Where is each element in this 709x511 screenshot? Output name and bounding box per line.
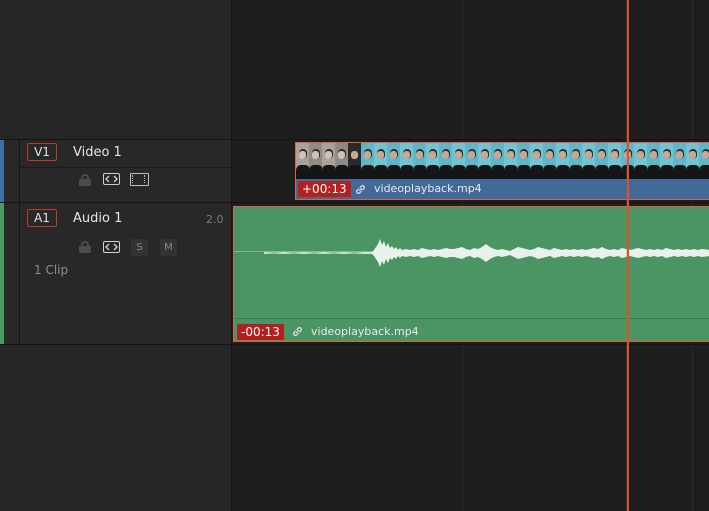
video-thumbnail-frame	[517, 143, 531, 179]
audio-track-color-strip	[0, 203, 4, 344]
video-clip[interactable]: +00:13 videoplayback.mp4	[295, 142, 709, 200]
video-thumbnail-frame	[556, 143, 570, 179]
clip-filename: videoplayback.mp4	[311, 325, 419, 338]
video-thumbnail-frame	[439, 143, 453, 179]
video-thumbnail-frame	[335, 143, 349, 179]
video-clip-thumbnails	[296, 143, 709, 179]
track-name[interactable]: Video 1	[73, 145, 122, 160]
video-thumbnail-frame	[699, 143, 709, 179]
audio-clip[interactable]: -00:13 videoplayback.mp4	[233, 206, 709, 342]
clip-offset-badge: -00:13	[237, 324, 284, 340]
lock-icon[interactable]	[79, 241, 91, 253]
sync-lock-icon[interactable]	[103, 241, 120, 253]
video-track-color-strip	[0, 140, 4, 202]
video-thumbnail-frame	[634, 143, 648, 179]
video-thumbnail-frame	[543, 143, 557, 179]
film-strip-icon[interactable]	[130, 173, 149, 186]
video-track-header[interactable]: V1 Video 1	[0, 140, 231, 202]
video-thumbnail-frame	[348, 143, 362, 179]
solo-button[interactable]: S	[131, 239, 148, 256]
video-thumbnail-frame	[504, 143, 518, 179]
video-thumbnail-frame	[686, 143, 700, 179]
video-thumbnail-frame	[660, 143, 674, 179]
video-thumbnail-frame	[608, 143, 622, 179]
video-thumbnail-frame	[309, 143, 323, 179]
channel-format-label: 2.0	[206, 213, 224, 226]
video-thumbnail-frame	[361, 143, 375, 179]
audio-track-header[interactable]: A1 Audio 1 2.0 S M 1 Clip	[0, 203, 231, 344]
track-name[interactable]: Audio 1	[73, 211, 122, 226]
video-thumbnail-frame	[478, 143, 492, 179]
clip-count-label: 1 Clip	[34, 263, 69, 277]
audio-waveform	[264, 239, 709, 267]
header-divider	[19, 203, 20, 344]
video-thumbnail-frame	[400, 143, 414, 179]
video-thumbnail-frame	[374, 143, 388, 179]
video-thumbnail-frame	[322, 143, 336, 179]
link-icon	[293, 327, 302, 336]
track-id-badge[interactable]: A1	[27, 209, 57, 227]
track-divider	[0, 344, 709, 345]
video-thumbnail-frame	[582, 143, 596, 179]
header-divider	[20, 167, 231, 168]
video-thumbnail-frame	[296, 143, 310, 179]
clip-filename: videoplayback.mp4	[374, 182, 482, 195]
header-divider	[19, 140, 20, 202]
clip-offset-badge: +00:13	[298, 181, 351, 197]
video-thumbnail-frame	[595, 143, 609, 179]
video-thumbnail-frame	[569, 143, 583, 179]
playhead[interactable]	[627, 0, 629, 511]
video-thumbnail-frame	[413, 143, 427, 179]
video-thumbnail-frame	[426, 143, 440, 179]
link-icon	[356, 185, 365, 194]
video-thumbnail-frame	[491, 143, 505, 179]
video-clip-label-bar: +00:13 videoplayback.mp4	[296, 179, 709, 199]
video-thumbnail-frame	[673, 143, 687, 179]
video-thumbnail-frame	[452, 143, 466, 179]
mute-button[interactable]: M	[160, 239, 177, 256]
video-thumbnail-frame	[387, 143, 401, 179]
track-id-badge[interactable]: V1	[27, 143, 57, 161]
video-thumbnail-frame	[465, 143, 479, 179]
video-thumbnail-frame	[647, 143, 661, 179]
lock-icon[interactable]	[79, 174, 91, 186]
video-thumbnail-frame	[530, 143, 544, 179]
sync-lock-icon[interactable]	[103, 173, 120, 185]
audio-clip-divider	[234, 318, 709, 319]
